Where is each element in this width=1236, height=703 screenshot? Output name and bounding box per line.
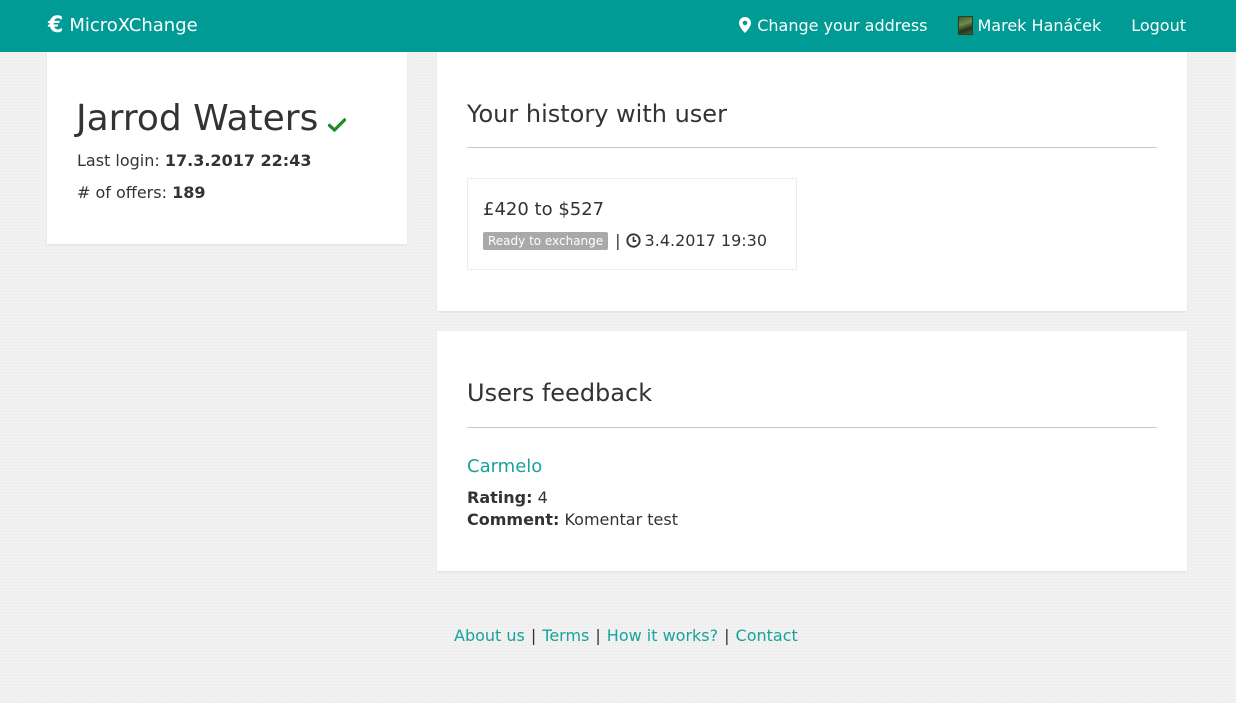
offers-count-line: # of offers: 189 <box>77 183 205 202</box>
navbar: € MicroXChange Change your address Marek… <box>0 0 1236 52</box>
user-name: Marek Hanáček <box>977 15 1102 35</box>
user-menu-link[interactable]: Marek Hanáček <box>943 15 1117 35</box>
footer-link-how-it-works[interactable]: How it works? <box>607 626 718 645</box>
rating-value: 4 <box>537 488 548 507</box>
last-login-label: Last login: <box>77 151 160 170</box>
feedback-comment-line: Comment: Komentar test <box>467 510 678 529</box>
profile-panel: Jarrod Waters Last login: 17.3.2017 22:4… <box>47 52 407 244</box>
offer-card[interactable]: £420 to $527 Ready to exchange | 3.4.201… <box>467 178 797 270</box>
comment-value: Komentar test <box>564 510 678 529</box>
brand-name: MicroXChange <box>69 14 198 36</box>
rating-label: Rating: <box>467 488 533 507</box>
footer-separator: | <box>595 626 601 645</box>
history-panel: Your history with user £420 to $527 Read… <box>437 52 1187 311</box>
logout-link[interactable]: Logout <box>1116 16 1236 35</box>
footer-link-terms[interactable]: Terms <box>542 626 589 645</box>
offer-title: £420 to $527 <box>483 199 605 220</box>
offer-meta: Ready to exchange | 3.4.2017 19:30 <box>483 231 767 250</box>
brand-link[interactable]: € MicroXChange <box>48 0 198 50</box>
footer-link-contact[interactable]: Contact <box>736 626 798 645</box>
change-address-label: Change your address <box>757 15 928 35</box>
last-login-line: Last login: 17.3.2017 22:43 <box>77 151 311 170</box>
nav-right: Change your address Marek Hanáček Logout <box>724 0 1236 50</box>
status-badge: Ready to exchange <box>483 231 609 250</box>
check-icon <box>328 117 347 132</box>
clock-icon <box>625 233 641 248</box>
offers-count-label: # of offers: <box>77 183 167 202</box>
feedback-divider <box>467 427 1157 428</box>
offer-datetime: 3.4.2017 19:30 <box>644 231 767 250</box>
history-title: Your history with user <box>467 100 727 128</box>
footer-link-about[interactable]: About us <box>454 626 525 645</box>
profile-name: Jarrod Waters <box>76 98 319 139</box>
feedback-rating-line: Rating: 4 <box>467 488 548 507</box>
map-marker-icon <box>739 17 752 33</box>
comment-label: Comment: <box>467 510 560 529</box>
feedback-panel: Users feedback Carmelo Rating: 4 Comment… <box>437 331 1187 571</box>
feedback-user-link[interactable]: Carmelo <box>467 456 542 477</box>
history-divider <box>467 147 1157 148</box>
profile-heading: Jarrod Waters <box>76 98 347 139</box>
feedback-title: Users feedback <box>467 379 653 407</box>
euro-icon: € <box>48 12 64 38</box>
meta-separator: | <box>615 231 621 250</box>
footer-separator: | <box>724 626 730 645</box>
offers-count-value: 189 <box>172 183 206 202</box>
last-login-value: 17.3.2017 22:43 <box>164 151 312 170</box>
footer-separator: | <box>530 626 537 645</box>
logout-label: Logout <box>1131 15 1186 35</box>
change-address-link[interactable]: Change your address <box>724 16 942 35</box>
avatar <box>957 15 973 35</box>
footer-links: About us | Terms | How it works? | Conta… <box>454 626 798 645</box>
